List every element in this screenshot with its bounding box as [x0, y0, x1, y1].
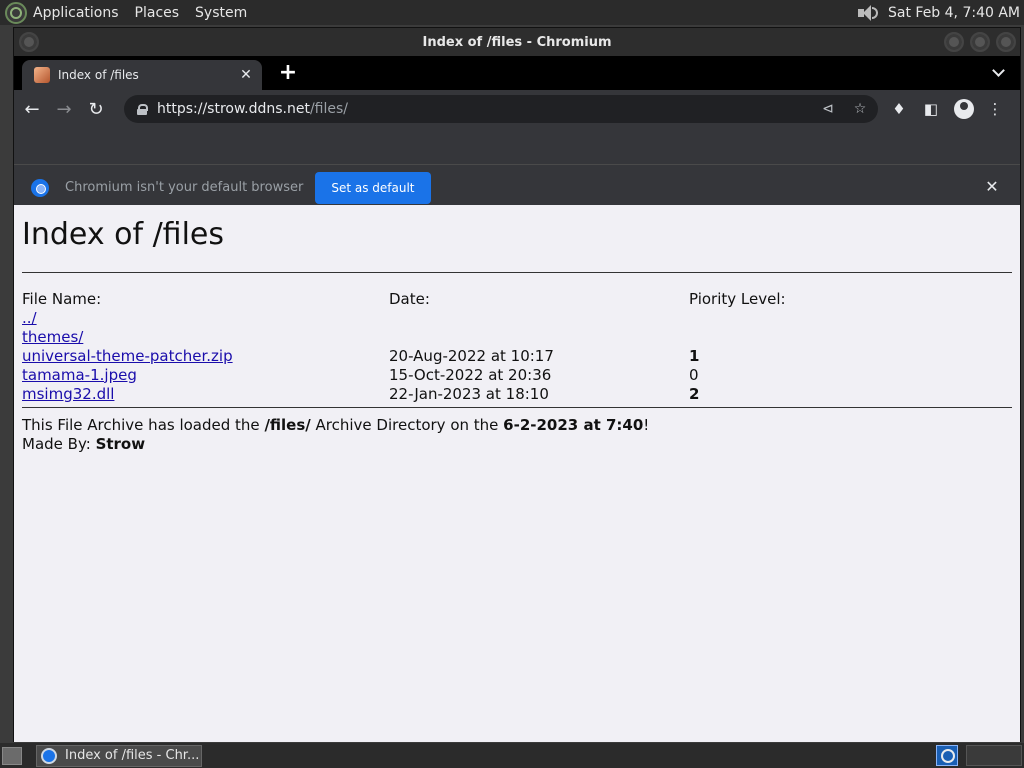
file-date-cell: 20-Aug-2022 at 10:17: [389, 346, 554, 365]
archive-load-notice: This File Archive has loaded the /files/…: [22, 416, 1012, 435]
taskbar-window-button[interactable]: Index of /files - Chr...: [36, 744, 202, 767]
browser-toolbar: ← → ↻ https://strow.ddns.net/files/ ⊲ ☆ …: [14, 90, 1020, 128]
divider: [22, 407, 1012, 408]
column-header-priority: Piority Level:: [689, 289, 786, 308]
file-date-cell: 22-Jan-2023 at 18:10: [389, 384, 549, 403]
workspace-switcher[interactable]: [966, 745, 1022, 766]
page-title: Index of /files: [22, 217, 225, 252]
menu-system[interactable]: System: [195, 5, 247, 21]
share-icon[interactable]: ⊲: [820, 101, 836, 117]
url-host: https://strow.ddns.net: [157, 101, 310, 117]
reload-button[interactable]: ↻: [82, 95, 110, 123]
table-row: ../: [22, 308, 1012, 327]
menu-applications[interactable]: Applications: [33, 5, 119, 21]
file-name-cell: ../: [22, 308, 389, 327]
file-name-cell: tamama-1.jpeg: [22, 365, 389, 384]
author-name: Strow: [95, 435, 146, 453]
file-priority-cell: [689, 308, 1012, 327]
file-priority-cell: [689, 327, 1012, 346]
file-link[interactable]: msimg32.dll: [22, 385, 114, 403]
tray-chromium-icon[interactable]: [936, 745, 958, 766]
column-header-date: Date:: [389, 289, 430, 308]
side-panel-icon[interactable]: ◧: [922, 100, 940, 118]
file-link[interactable]: universal-theme-patcher.zip: [22, 347, 233, 365]
tab-close-icon[interactable]: ✕: [238, 67, 254, 83]
window-title: Index of /files - Chromium: [422, 34, 612, 50]
file-name-cell: universal-theme-patcher.zip: [22, 346, 389, 365]
footer-text: Archive Directory on the: [310, 416, 504, 434]
footer-date: 6-2-2023 at 7:40: [503, 416, 644, 434]
browser-window: Index of /files - Chromium Index of /fil…: [13, 27, 1021, 742]
distro-logo-icon[interactable]: [5, 1, 27, 24]
bookmarks-bar: [14, 128, 1020, 165]
top-panel: Applications Places System Sat Feb 4, 7:…: [0, 0, 1024, 25]
infobar-close-icon[interactable]: ✕: [984, 179, 1000, 195]
table-row: msimg32.dll 22-Jan-2023 at 18:10 2: [22, 384, 1012, 403]
maximize-button[interactable]: [970, 32, 990, 52]
clock[interactable]: Sat Feb 4, 7:40 AM: [888, 5, 1020, 21]
infobar-message: Chromium isn't your default browser: [65, 180, 304, 195]
forward-button[interactable]: →: [50, 95, 78, 123]
minimize-button[interactable]: [944, 32, 964, 52]
window-titlebar[interactable]: Index of /files - Chromium: [14, 28, 1020, 56]
address-bar[interactable]: https://strow.ddns.net/files/ ⊲ ☆: [124, 95, 878, 123]
favicon-icon: [34, 67, 50, 83]
file-date-cell: [389, 327, 689, 346]
author-label: Made By:: [22, 435, 96, 453]
file-priority-cell: 0: [689, 365, 699, 384]
file-name-cell: themes/: [22, 327, 389, 346]
bookmark-star-icon[interactable]: ☆: [852, 101, 868, 117]
tab-index-of-files[interactable]: Index of /files ✕: [22, 60, 262, 90]
file-link[interactable]: themes/: [22, 328, 83, 346]
profile-avatar-icon[interactable]: [954, 99, 974, 119]
archive-footer: This File Archive has loaded the /files/…: [22, 416, 1012, 454]
taskbar: Index of /files - Chr...: [0, 743, 1024, 768]
column-header-file-name: File Name:: [22, 289, 102, 308]
page-content: Index of /files File Name: Date: Piority…: [14, 205, 1020, 742]
footer-text: This File Archive has loaded the: [22, 416, 265, 434]
lock-icon[interactable]: [137, 103, 148, 115]
file-date-cell: 15-Oct-2022 at 20:36: [389, 365, 552, 384]
extensions-icon[interactable]: ♦: [890, 100, 908, 118]
file-name-cell: msimg32.dll: [22, 384, 389, 403]
file-priority-cell: 1: [689, 346, 700, 365]
window-menu-button[interactable]: [19, 32, 39, 52]
footer-text: !: [643, 416, 650, 434]
author-credit: Made By: Strow: [22, 435, 1012, 454]
chromium-icon: [31, 178, 49, 197]
tab-title: Index of /files: [58, 68, 139, 82]
file-table: File Name: Date: Piority Level: ../theme…: [22, 289, 1012, 403]
taskbar-window-label: Index of /files - Chr...: [65, 748, 200, 763]
file-priority-cell: 2: [689, 384, 700, 403]
show-desktop-icon[interactable]: [2, 746, 22, 765]
url-path: /files/: [309, 101, 349, 117]
table-row: themes/: [22, 327, 1012, 346]
back-button[interactable]: ←: [18, 95, 46, 123]
table-row: universal-theme-patcher.zip 20-Aug-2022 a…: [22, 346, 1012, 365]
footer-directory: /files/: [264, 416, 311, 434]
set-as-default-button[interactable]: Set as default: [315, 171, 431, 204]
file-date-cell: [389, 308, 689, 327]
file-link[interactable]: ../: [22, 309, 37, 327]
chromium-icon: [41, 747, 57, 764]
close-window-button[interactable]: [996, 32, 1016, 52]
table-row: tamama-1.jpeg 15-Oct-2022 at 20:36 0: [22, 365, 1012, 384]
table-header-row: File Name: Date: Piority Level:: [22, 289, 1012, 308]
divider: [22, 272, 1012, 273]
tab-search-chevron-icon[interactable]: [992, 64, 1008, 80]
menu-kebab-icon[interactable]: ⋮: [986, 100, 1004, 118]
tab-strip: Index of /files ✕ +: [14, 56, 1020, 90]
new-tab-button[interactable]: +: [276, 62, 300, 86]
file-link[interactable]: tamama-1.jpeg: [22, 366, 137, 384]
menu-places[interactable]: Places: [135, 5, 180, 21]
volume-icon[interactable]: [856, 3, 878, 23]
